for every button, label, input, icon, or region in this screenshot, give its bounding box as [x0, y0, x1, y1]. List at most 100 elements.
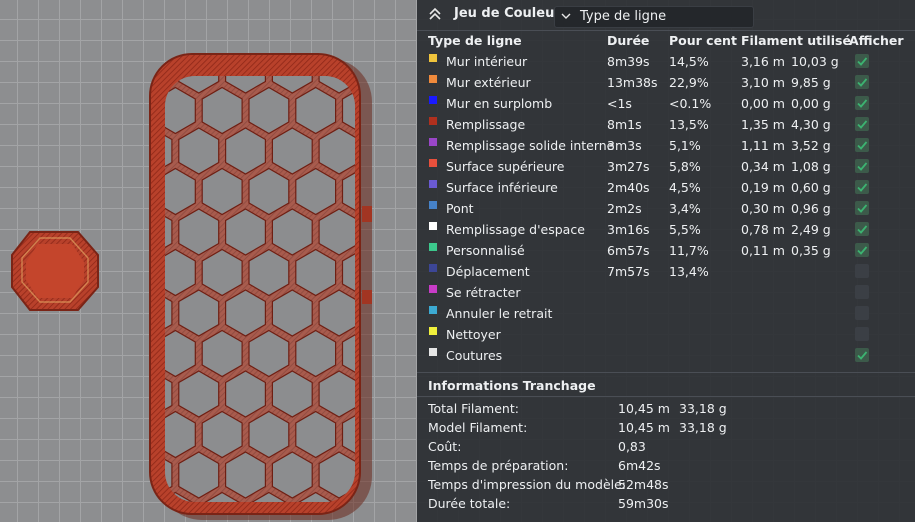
show-checkbox[interactable] — [855, 222, 869, 236]
color-swatch — [429, 180, 437, 188]
collapse-chevrons-icon[interactable] — [427, 6, 443, 22]
color-swatch — [429, 54, 437, 62]
line-type-name: Annuler le retrait — [446, 306, 553, 321]
checkmark-icon — [857, 246, 868, 255]
info-value-secondary: 33,18 g — [679, 420, 727, 435]
hex-cell — [85, 452, 125, 498]
table-row[interactable]: Surface inférieure 2m40s 4,5% 0,19 m 0,60 g — [417, 177, 915, 198]
line-type-duration: 8m39s — [607, 54, 650, 69]
show-checkbox[interactable] — [855, 243, 869, 257]
slicing-info-row: Temps d'impression du modèle: 52m48s — [417, 475, 915, 494]
line-type-duration: <1s — [607, 96, 632, 111]
show-checkbox[interactable] — [855, 285, 869, 299]
hex-cell — [85, 371, 125, 417]
info-value: 52m48s — [618, 477, 669, 492]
hex-cell — [109, 169, 149, 215]
table-row[interactable]: Mur intérieur 8m39s 14,5% 3,16 m 10,03 g — [417, 51, 915, 72]
line-type-length: 0,34 m — [741, 159, 785, 174]
line-type-duration: 2m40s — [607, 180, 650, 195]
table-row[interactable]: Pont 2m2s 3,4% 0,30 m 0,96 g — [417, 198, 915, 219]
show-checkbox[interactable] — [855, 201, 869, 215]
table-row[interactable]: Personnalisé 6m57s 11,7% 0,11 m 0,35 g — [417, 240, 915, 261]
line-type-name: Personnalisé — [446, 243, 525, 258]
show-checkbox[interactable] — [855, 138, 869, 152]
view-type-dropdown[interactable]: Type de ligne — [554, 6, 754, 28]
line-type-weight: 0,96 g — [791, 201, 831, 216]
color-swatch — [429, 348, 437, 356]
line-type-duration: 3m27s — [607, 159, 650, 174]
line-type-weight: 2,49 g — [791, 222, 831, 237]
show-checkbox[interactable] — [855, 117, 869, 131]
slicing-info-row: Model Filament: 10,45 m 33,18 g — [417, 418, 915, 437]
show-checkbox[interactable] — [855, 180, 869, 194]
color-swatch — [429, 201, 437, 209]
info-label: Model Filament: — [428, 420, 528, 435]
show-checkbox[interactable] — [855, 54, 869, 68]
col-duration: Durée — [607, 33, 650, 48]
table-row[interactable]: Annuler le retrait — [417, 303, 915, 324]
hex-cell — [85, 47, 125, 93]
chevron-down-icon — [561, 13, 571, 19]
slicing-info-title: Informations Tranchage — [428, 378, 596, 393]
slicing-info-row: Total Filament: 10,45 m 33,18 g — [417, 399, 915, 418]
slicing-divider — [417, 396, 915, 397]
checkmark-icon — [857, 204, 868, 213]
show-checkbox[interactable] — [855, 306, 869, 320]
checkmark-icon — [857, 351, 868, 360]
show-checkbox[interactable] — [855, 96, 869, 110]
line-type-name: Mur extérieur — [446, 75, 531, 90]
legend-panel: Jeu de Couleur Type de ligne Type de lig… — [417, 0, 915, 522]
table-row[interactable]: Remplissage solide interne 3m3s 5,1% 1,11 m… — [417, 135, 915, 156]
table-header: Type de ligne Durée Pour cent Filament u… — [417, 31, 915, 51]
table-row[interactable]: Mur en surplomb <1s <0.1% 0,00 m 0,00 g — [417, 93, 915, 114]
info-label: Temps de préparation: — [428, 458, 569, 473]
line-type-percent: 5,5% — [669, 222, 701, 237]
table-row[interactable]: Remplissage 8m1s 13,5% 1,35 m 4,30 g — [417, 114, 915, 135]
table-row[interactable]: Mur extérieur 13m38s 22,9% 3,10 m 9,85 g — [417, 72, 915, 93]
line-type-percent: 14,5% — [669, 54, 709, 69]
color-swatch — [429, 306, 437, 314]
color-swatch — [429, 117, 437, 125]
show-checkbox[interactable] — [855, 264, 869, 278]
slicing-info-row: Coût: 0,83 — [417, 437, 915, 456]
line-type-length: 0,19 m — [741, 180, 785, 195]
table-row[interactable]: Coutures — [417, 345, 915, 366]
table-row[interactable]: Se rétracter — [417, 282, 915, 303]
line-type-name: Déplacement — [446, 264, 530, 279]
show-checkbox[interactable] — [855, 327, 869, 341]
line-type-name: Se rétracter — [446, 285, 521, 300]
info-label: Total Filament: — [428, 401, 519, 416]
line-type-length: 0,78 m — [741, 222, 785, 237]
info-value-secondary: 33,18 g — [679, 401, 727, 416]
show-checkbox[interactable] — [855, 75, 869, 89]
info-label: Coût: — [428, 439, 462, 454]
line-type-length: 0,30 m — [741, 201, 785, 216]
line-type-name: Coutures — [446, 348, 503, 363]
line-type-percent: 4,5% — [669, 180, 701, 195]
info-value: 10,45 m — [618, 401, 670, 416]
checkmark-icon — [857, 183, 868, 192]
col-filament: Filament utilisé — [741, 33, 851, 48]
table-row[interactable]: Nettoyer — [417, 324, 915, 345]
checkmark-icon — [857, 99, 868, 108]
hex-cell — [109, 412, 149, 458]
line-type-percent: 3,4% — [669, 201, 701, 216]
col-percent: Pour cent — [669, 33, 737, 48]
checkmark-icon — [857, 141, 868, 150]
color-swatch — [429, 138, 437, 146]
col-show: Afficher — [849, 33, 904, 48]
line-type-name: Surface inférieure — [446, 180, 558, 195]
hex-plate-model — [85, 7, 372, 515]
table-row[interactable]: Déplacement 7m57s 13,4% — [417, 261, 915, 282]
show-checkbox[interactable] — [855, 348, 869, 362]
table-row[interactable]: Surface supérieure 3m27s 5,8% 0,34 m 1,08 g — [417, 156, 915, 177]
show-checkbox[interactable] — [855, 159, 869, 173]
table-row[interactable]: Remplissage d'espace 3m16s 5,5% 0,78 m 2,49 … — [417, 219, 915, 240]
line-type-weight: 0,35 g — [791, 243, 831, 258]
line-type-name: Mur intérieur — [446, 54, 528, 69]
line-type-percent: 5,1% — [669, 138, 701, 153]
color-swatch — [429, 96, 437, 104]
hex-cell — [109, 7, 149, 53]
line-type-percent: 22,9% — [669, 75, 709, 90]
info-value: 0,83 — [618, 439, 646, 454]
